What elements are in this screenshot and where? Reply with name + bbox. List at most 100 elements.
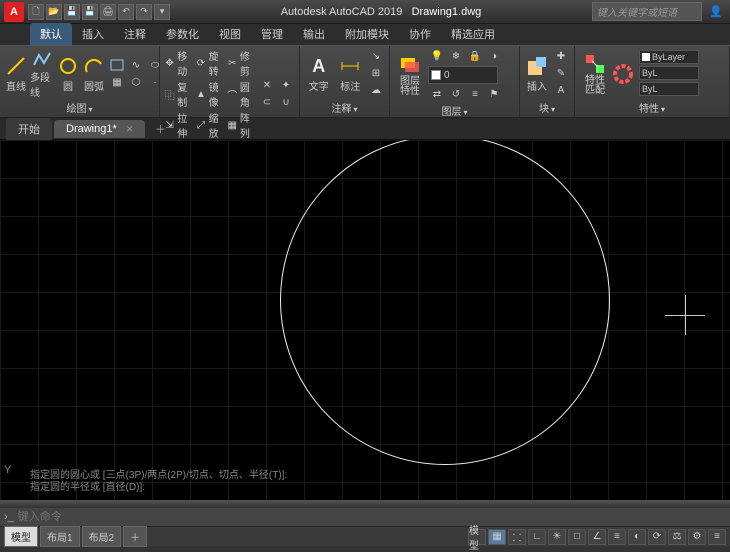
layerprops-icon <box>398 53 422 77</box>
command-input[interactable] <box>18 511 726 523</box>
plot-icon[interactable]: 🖨 <box>100 4 116 20</box>
infocenter-icon[interactable]: 👤 <box>706 4 726 20</box>
array-label: 阵列 <box>240 110 256 140</box>
erase-icon[interactable]: ✕ <box>258 78 276 94</box>
help-search-input[interactable]: 键入关键字或短语 <box>592 2 702 21</box>
matchprops-icon <box>583 52 607 76</box>
block-attr-icon[interactable]: A <box>552 83 570 99</box>
drawing-canvas[interactable]: Y 指定圆的圆心或 [三点(3P)/两点(2P)/切点、切点、半径(T)]: 指… <box>0 140 730 500</box>
doc-tab-start-label: 开始 <box>18 124 40 136</box>
explode-icon[interactable]: ✦ <box>277 78 295 94</box>
ribbon-tab-output[interactable]: 输出 <box>293 23 335 45</box>
panel-properties: 特性 匹配 ByLayer ByL ByL 特性 <box>575 46 730 117</box>
rotate-button[interactable]: ⟳旋转 <box>195 48 224 78</box>
polyline-label: 多段线 <box>30 69 54 99</box>
qat-more-icon[interactable]: ▾ <box>154 4 170 20</box>
layer-prev-icon[interactable]: ↺ <box>447 86 465 102</box>
table-icon[interactable]: ⊞ <box>367 66 385 82</box>
move-icon: ✥ <box>164 56 175 70</box>
redo-icon[interactable]: ↷ <box>136 4 152 20</box>
dim-button[interactable]: 标注 <box>336 49 366 99</box>
ribbon-tab-featured[interactable]: 精选应用 <box>441 23 505 45</box>
ribbon-tab-annotate[interactable]: 注释 <box>114 23 156 45</box>
circle-label: 圆 <box>63 78 73 93</box>
saveas-icon[interactable]: 💾 <box>82 4 98 20</box>
ribbon-tab-collab[interactable]: 协作 <box>399 23 441 45</box>
layer-match-icon[interactable]: ⇄ <box>428 86 446 102</box>
drawn-circle[interactable] <box>280 140 610 465</box>
layer-iso-icon[interactable]: ◑ <box>485 48 503 64</box>
quick-access-toolbar: 🗋 📂 💾 💾 🖨 ↶ ↷ ▾ <box>28 4 170 20</box>
ribbon-tab-default[interactable]: 默认 <box>30 23 72 45</box>
horizontal-scrollbar[interactable] <box>0 500 730 508</box>
hatch-icon[interactable]: ▦ <box>108 74 126 90</box>
insert-block-button[interactable]: 插入 <box>524 49 550 99</box>
scale-button[interactable]: ⤢缩放 <box>195 110 224 140</box>
lweight-combo[interactable]: ByL <box>639 66 699 80</box>
open-icon[interactable]: 📂 <box>46 4 62 20</box>
copy-button[interactable]: ⿻复制 <box>164 79 193 109</box>
line-button[interactable]: 直线 <box>4 49 28 99</box>
panel-draw: 直线 多段线 圆 圆弧 ∿ ⬭ ▦ ⬡ · 绘图 <box>0 46 160 117</box>
ribbon-body: 直线 多段线 圆 圆弧 ∿ ⬭ ▦ ⬡ · 绘图 <box>0 46 730 118</box>
ribbon-tab-view[interactable]: 视图 <box>209 23 251 45</box>
polyline-button[interactable]: 多段线 <box>30 49 54 99</box>
panel-annotate-title[interactable]: 注释 <box>304 99 385 115</box>
text-icon: A <box>307 54 331 78</box>
ribbon-tab-parametric[interactable]: 参数化 <box>156 23 209 45</box>
add-tab-button[interactable]: ＋ <box>151 120 169 138</box>
trim-button[interactable]: ✂修剪 <box>227 48 256 78</box>
ribbon-tab-manage[interactable]: 管理 <box>251 23 293 45</box>
draw-small-grid: ∿ ⬭ ▦ ⬡ · <box>108 57 164 90</box>
fillet-button[interactable]: ⌒圆角 <box>227 79 256 109</box>
block-edit-icon[interactable]: ✎ <box>552 66 570 82</box>
array-button[interactable]: ▦阵列 <box>227 110 256 140</box>
layer-combo[interactable]: 0 <box>428 66 498 84</box>
panel-block-title[interactable]: 块 <box>524 99 570 115</box>
arc-button[interactable]: 圆弧 <box>82 49 106 99</box>
panel-layer: 图层 特性 💡 ❄ 🔒 ◑ 0 ⇄ ↺ ≡ ⚑ <box>390 46 520 117</box>
mirror-button[interactable]: ▲镜像 <box>195 79 224 109</box>
polygon-icon[interactable]: ⬡ <box>127 74 145 90</box>
layer-state-icon[interactable]: ⚑ <box>485 86 503 102</box>
circle-button[interactable]: 圆 <box>56 49 80 99</box>
trim-label: 修剪 <box>240 48 256 78</box>
matchprops-button[interactable]: 特性 匹配 <box>579 49 611 99</box>
offset-icon[interactable]: ⊂ <box>258 95 276 111</box>
layer-off-icon[interactable]: 💡 <box>428 48 446 64</box>
layer-freeze-icon[interactable]: ❄ <box>447 48 465 64</box>
panel-draw-title[interactable]: 绘图 <box>4 99 155 115</box>
new-icon[interactable]: 🗋 <box>28 4 44 20</box>
ribbon-tab-insert[interactable]: 插入 <box>72 23 114 45</box>
ribbon-tab-addins[interactable]: 附加模块 <box>335 23 399 45</box>
join-icon[interactable]: ∪ <box>277 95 295 111</box>
color-combo-value: ByLayer <box>652 52 685 62</box>
color-combo[interactable]: ByLayer <box>639 50 699 64</box>
doc-tab-start[interactable]: 开始 <box>6 118 52 140</box>
panel-props-title[interactable]: 特性 <box>579 99 725 115</box>
doc-tab-drawing1[interactable]: Drawing1* ✕ <box>54 120 145 138</box>
undo-icon[interactable]: ↶ <box>118 4 134 20</box>
panel-modify: ✥移动 ⿻复制 ⇲拉伸 ⟳旋转 ▲镜像 ⤢缩放 ✂修剪 ⌒圆角 ▦阵列 ✕ ✦ … <box>160 46 300 117</box>
block-create-icon[interactable]: ✚ <box>552 49 570 65</box>
panel-layer-title[interactable]: 图层 <box>394 102 515 118</box>
colorwheel-icon[interactable] <box>613 64 637 84</box>
app-logo[interactable]: A <box>4 2 24 22</box>
arc-label: 圆弧 <box>84 78 104 93</box>
spline-icon[interactable]: ∿ <box>127 57 145 73</box>
command-line[interactable]: ›_ <box>0 508 730 526</box>
rect-icon[interactable] <box>108 57 126 73</box>
ltype-combo[interactable]: ByL <box>639 82 699 96</box>
text-button[interactable]: A 文字 <box>304 49 334 99</box>
layerprops-button[interactable]: 图层 特性 <box>394 50 426 100</box>
rotate-icon: ⟳ <box>195 56 206 70</box>
cloud-icon[interactable]: ☁ <box>367 83 385 99</box>
move-button[interactable]: ✥移动 <box>164 48 193 78</box>
line-icon <box>4 54 28 78</box>
close-icon[interactable]: ✕ <box>126 124 134 134</box>
layer-lock-icon[interactable]: 🔒 <box>466 48 484 64</box>
layer-walk-icon[interactable]: ≡ <box>466 86 484 102</box>
save-icon[interactable]: 💾 <box>64 4 80 20</box>
copy-icon: ⿻ <box>164 87 175 101</box>
leader-icon[interactable]: ↘ <box>367 49 385 65</box>
